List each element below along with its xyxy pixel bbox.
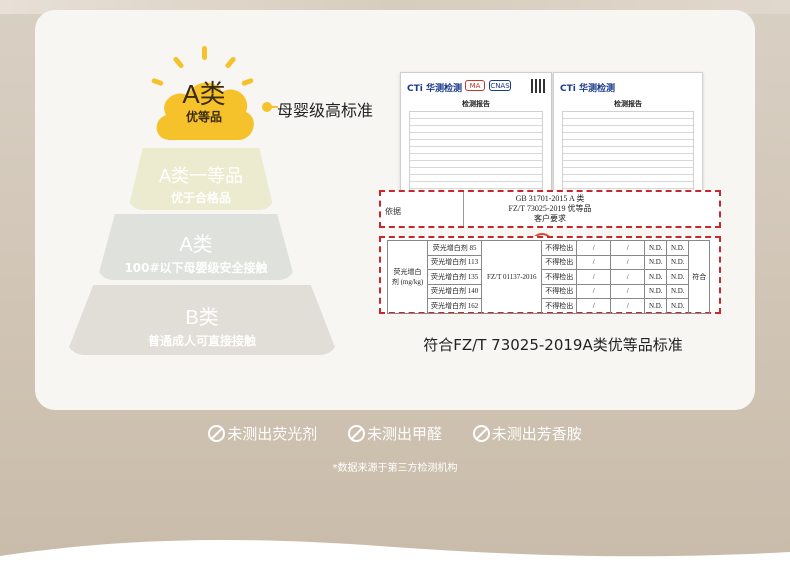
value-cell: / xyxy=(576,254,612,270)
standard-line: 客户要求 xyxy=(534,214,566,223)
value-cell: / xyxy=(610,240,646,256)
tier-a-grade: A类 xyxy=(179,234,213,256)
tier-b-label: 普通成人可直接接触 xyxy=(147,334,256,348)
item-cell: 荧光增白剂 162 xyxy=(426,298,483,314)
value-cell: / xyxy=(610,298,646,314)
item-cell: 荧光增白剂 85 xyxy=(426,240,483,256)
value-cell: / xyxy=(576,283,612,299)
claim-item: 未测出荧光剂 xyxy=(208,423,317,444)
value-cell: / xyxy=(610,254,646,270)
claim-item: 未测出芳香胺 xyxy=(472,423,582,444)
report-caption: 符合FZ/T 73025-2019A类优等品标准 xyxy=(423,336,683,354)
tier-a-label: 100#以下母婴级安全接触 xyxy=(124,261,268,275)
value-cell: N.D. xyxy=(666,240,690,256)
top-tier-sub: 优等品 xyxy=(185,110,222,124)
req-cell: 不得检出 xyxy=(541,283,578,299)
item-cell: 荧光增白剂 140 xyxy=(426,283,483,299)
value-cell: N.D. xyxy=(666,283,690,299)
standard-line: GB 31701-2015 A 类 xyxy=(515,194,585,203)
results-zoom-box: 荧光增白剂 (mg/kg) 荧光增白剂 85 FZ/T 01137-2016 不… xyxy=(379,236,721,314)
tier-a1-grade: A类一等品 xyxy=(158,166,243,186)
value-cell: / xyxy=(610,283,646,299)
item-cell: 荧光增白剂 113 xyxy=(426,254,483,270)
claim-text: 未测出荧光剂 xyxy=(227,425,318,443)
top-tier-grade: A类 xyxy=(182,79,226,109)
ban-icon xyxy=(208,425,226,442)
table-row: 荧光增白剂 162 不得检出 / / N.D. N.D. xyxy=(388,298,710,314)
standard-zoom-box: 依据 GB 31701-2015 A 类 FZ/T 73025-2019 优等品… xyxy=(379,190,721,228)
ban-icon xyxy=(472,425,490,442)
req-cell: 不得检出 xyxy=(541,254,578,270)
standard-line: FZ/T 73025-2019 优等品 xyxy=(508,204,592,213)
ban-icon xyxy=(347,425,365,442)
table-row: 荧光增白剂 113 不得检出 / / N.D. N.D. xyxy=(388,254,710,270)
claim-item: 未测出甲醛 xyxy=(347,423,442,444)
claim-text: 未测出芳香胺 xyxy=(491,425,582,443)
bottom-wave xyxy=(0,540,790,586)
value-cell: / xyxy=(576,298,612,314)
source-note: *数据来源于第三方检测机构 xyxy=(332,463,458,474)
cnas-badge: CNAS xyxy=(489,80,511,91)
ma-badge: MA xyxy=(465,80,485,91)
value-cell: N.D. xyxy=(644,269,668,285)
report-logo: CTi 华测检测 xyxy=(407,84,462,94)
table-row: 荧光增白剂 (mg/kg) 荧光增白剂 85 FZ/T 01137-2016 不… xyxy=(387,240,711,314)
results-table: 荧光增白剂 (mg/kg) 荧光增白剂 85 FZ/T 01137-2016 不… xyxy=(387,240,711,314)
table-row: 荧光增白剂 140 不得检出 / / N.D. N.D. xyxy=(388,283,710,299)
claim-text: 未测出甲醛 xyxy=(366,425,442,443)
value-cell: N.D. xyxy=(644,240,668,256)
qr-code-icon xyxy=(531,79,545,93)
value-cell: / xyxy=(576,269,612,285)
method-cell: FZ/T 01137-2016 xyxy=(481,240,543,314)
tier-a-first-grade: A类一等品 优于合格品 xyxy=(128,148,274,210)
claims-row: 未测出荧光剂 未测出甲醛 未测出芳香胺 xyxy=(0,423,790,446)
category-cell: 荧光增白剂 (mg/kg) xyxy=(387,240,428,314)
value-cell: N.D. xyxy=(644,298,668,314)
value-cell: / xyxy=(610,269,646,285)
value-cell: N.D. xyxy=(644,254,668,270)
value-cell: / xyxy=(576,240,612,256)
tier-b-grade: B类 xyxy=(185,307,219,329)
value-cell: N.D. xyxy=(644,283,668,299)
report-title: 检测报告 xyxy=(462,100,490,108)
tier-a1-label: 优于合格品 xyxy=(170,191,231,205)
report-title: 检测报告 xyxy=(614,100,642,108)
value-cell: N.D. xyxy=(666,254,690,270)
item-cell: 荧光增白剂 135 xyxy=(426,269,483,285)
tier-b-class: B类 普通成人可直接接触 xyxy=(66,285,338,355)
value-cell: N.D. xyxy=(666,298,690,314)
report-logo: CTi 华测检测 xyxy=(560,84,615,94)
req-cell: 不得检出 xyxy=(541,298,578,314)
top-tier-label: A类 优等品 xyxy=(150,80,258,125)
tier-a-class: A类 100#以下母婴级安全接触 xyxy=(97,214,295,280)
req-cell: 不得检出 xyxy=(541,240,578,256)
conclusion-cell: 符合 xyxy=(688,240,711,314)
sun-ray-icon xyxy=(202,46,207,60)
value-cell: N.D. xyxy=(666,269,690,285)
pointer-text: 母婴级高标准 xyxy=(277,101,374,120)
req-cell: 不得检出 xyxy=(541,269,578,285)
table-row: 荧光增白剂 135 不得检出 / / N.D. N.D. xyxy=(388,269,710,285)
